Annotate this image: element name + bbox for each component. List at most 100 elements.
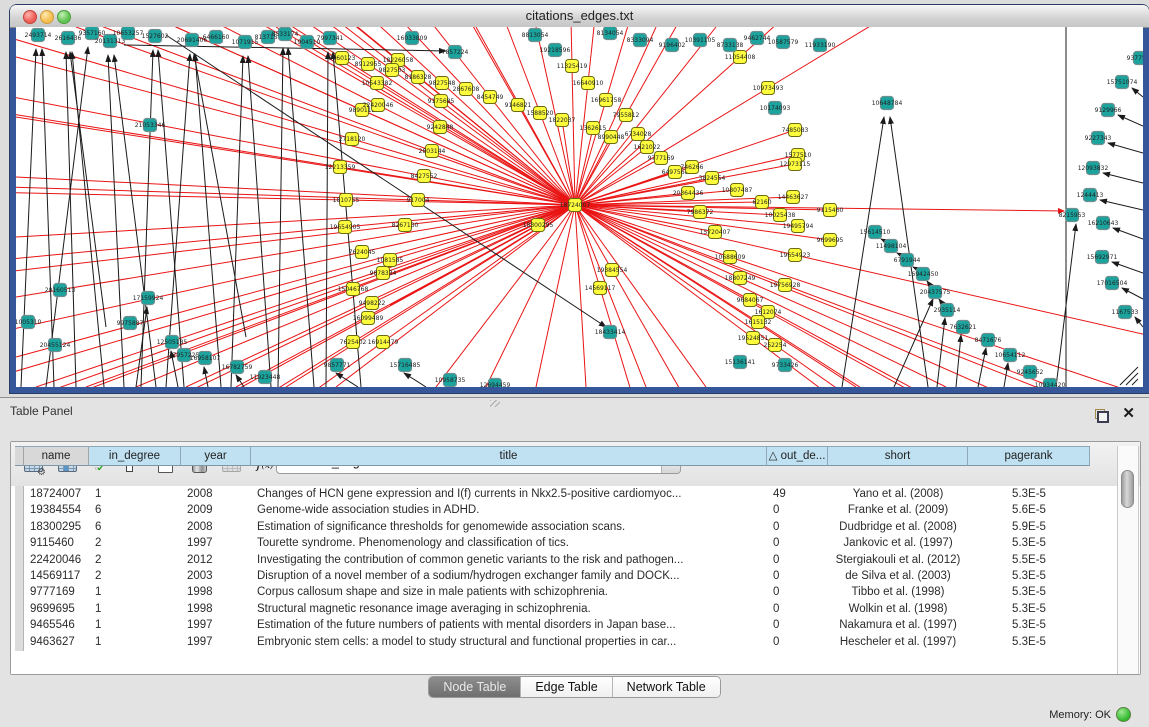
memory-status-icon[interactable] [1116,707,1131,722]
memory-status-label: Memory: OK [1049,709,1111,721]
graph-edge [575,205,586,387]
table-row[interactable]: 969969511998Structural magnetic resonanc… [11,601,1117,618]
graph-edge [390,205,575,260]
vertical-scrollbar-thumb[interactable] [1121,470,1134,508]
graph-node-label: 10973493 [753,85,784,92]
cell-in_degree: 1 [89,601,181,618]
cell-gutter [15,568,24,585]
table-row[interactable]: 2242004622012Investigating the contribut… [11,552,1117,569]
cell-year: 2008 [181,486,251,503]
cell-name: 14569117 [24,568,89,585]
column-header-gutter[interactable] [15,446,24,466]
tab-edge-table[interactable]: Edge Table [521,677,612,697]
graph-node-label: 19654923 [780,252,811,259]
cell-out_degree: 0 [767,502,828,519]
graph-edge [575,205,1036,387]
cell-short: Hescheler et al. (1997) [828,634,968,651]
panel-title: Table Panel [10,404,73,418]
table-panel: Table Panel ✕ ⚙ ▫✔▫✔ f(x) citations_edge… [0,397,1149,727]
graph-edge [937,318,945,387]
graph-node-label: 9878334 [370,270,397,277]
graph-node-label: 19384554 [597,267,628,274]
cell-year: 2003 [181,568,251,585]
window-titlebar[interactable]: citations_edges.txt [10,5,1149,28]
graph-node-label: 7997341 [317,35,344,42]
graph-edge [1112,262,1143,273]
table-row[interactable]: 911546021997Tourette syndrome. Phenomeno… [11,535,1117,552]
float-panel-icon[interactable] [1095,409,1109,423]
cell-name: 18300295 [24,519,89,536]
column-header-name[interactable]: name [24,446,89,466]
graph-node-label: 9227343 [1085,135,1112,142]
graph-node-label: 1612074 [755,309,782,316]
graph-node-label: 11923448 [250,374,281,381]
cell-name: 18724007 [24,486,89,503]
graph-edge [575,83,588,205]
table-row[interactable]: 946362711997Embryonic stem cells: a mode… [11,634,1117,651]
graph-edge [440,127,575,205]
graph-edge [124,45,446,51]
split-divider-grip[interactable] [490,400,500,407]
network-canvas[interactable]: 1872400789601238912955182260589827503818… [16,27,1143,387]
network-window: citations_edges.txt 18724007896012389129… [10,5,1149,393]
graph-node-label: 15751074 [1107,79,1138,86]
table-row[interactable]: 1456911722003Disruption of a novel membe… [11,568,1117,585]
column-header-year[interactable]: year [181,446,251,466]
graph-node-label: 9827548 [429,80,456,87]
graph-node-label: 9357160 [79,30,106,37]
cell-gutter [15,519,24,536]
cell-in_degree: 2 [89,535,181,552]
cell-title: Genome-wide association studies in ADHD. [251,502,767,519]
graph-node-label: 12973115 [780,161,811,168]
table-row[interactable]: 1938455462009Genome-wide association stu… [11,502,1117,519]
cell-title: Estimation of the future numbers of pati… [251,617,767,634]
graph-node-label: 9975887 [117,320,144,327]
graph-node-label: 252254 [764,342,787,349]
table-row[interactable]: 977716911998Corpus callosum shape and si… [11,584,1117,601]
cell-year: 1997 [181,535,251,552]
window-title: citations_edges.txt [10,8,1149,23]
close-panel-icon[interactable]: ✕ [1122,406,1135,422]
table-row[interactable]: 1830029562008Estimation of significance … [11,519,1117,536]
graph-edge [1103,173,1143,183]
column-header-title[interactable]: title [251,446,767,466]
graph-node-label: 16033809 [397,35,428,42]
cell-pagerank: 5.3E-5 [968,617,1090,634]
cell-out_degree: 0 [767,601,828,618]
graph-edge [758,322,1143,387]
graph-node-label: 9245652 [1017,369,1044,376]
graph-node-label: 16961758 [591,97,622,104]
cell-out_degree: 49 [767,486,828,503]
tab-network-table[interactable]: Network Table [613,677,720,697]
vertical-scrollbar[interactable] [1117,446,1139,674]
graph-node-label: 7624045 [349,249,376,256]
graph-node-label: 10025438 [765,212,796,219]
column-header-in_degree[interactable]: in_degree [89,446,181,466]
column-header-pagerank[interactable]: pagerank [968,446,1090,466]
cell-name: 9463627 [24,634,89,651]
table-row[interactable]: 946554611997Estimation of the future num… [11,617,1117,634]
cell-gutter [15,584,24,601]
graph-node-label: 20437575 [920,289,951,296]
graph-node-label: 16942450 [908,271,939,278]
node-table[interactable]: 1872400712008Changes of HCN gene express… [11,486,1140,674]
cell-title: Embryonic stem cells: a model to study s… [251,634,767,651]
table-row[interactable]: 1872400712008Changes of HCN gene express… [11,486,1117,503]
graph-node-label: 9684067 [737,297,764,304]
graph-node-label: 9377540 [1127,55,1143,62]
column-header-out_degree[interactable]: △ out_de... [767,446,828,466]
cell-in_degree: 2 [89,552,181,569]
graph-node-label: 15046768 [338,286,369,293]
graph-node-label: 9857771 [324,362,351,369]
graph-node-label: 10688609 [715,254,746,261]
graph-node-label: 11933190 [805,42,836,49]
tab-node-table[interactable]: Node Table [429,677,521,697]
graph-node-label: 7632621 [950,324,977,331]
graph-edge [248,56,271,387]
column-header-short[interactable]: short [828,446,968,466]
cell-pagerank: 5.3E-5 [968,568,1090,585]
graph-node-label: 8454749 [477,94,504,101]
graph-node-label: 8990448 [598,134,625,141]
graph-node-label: 7857224 [442,49,469,56]
graph-node-label: 10807487 [722,187,753,194]
